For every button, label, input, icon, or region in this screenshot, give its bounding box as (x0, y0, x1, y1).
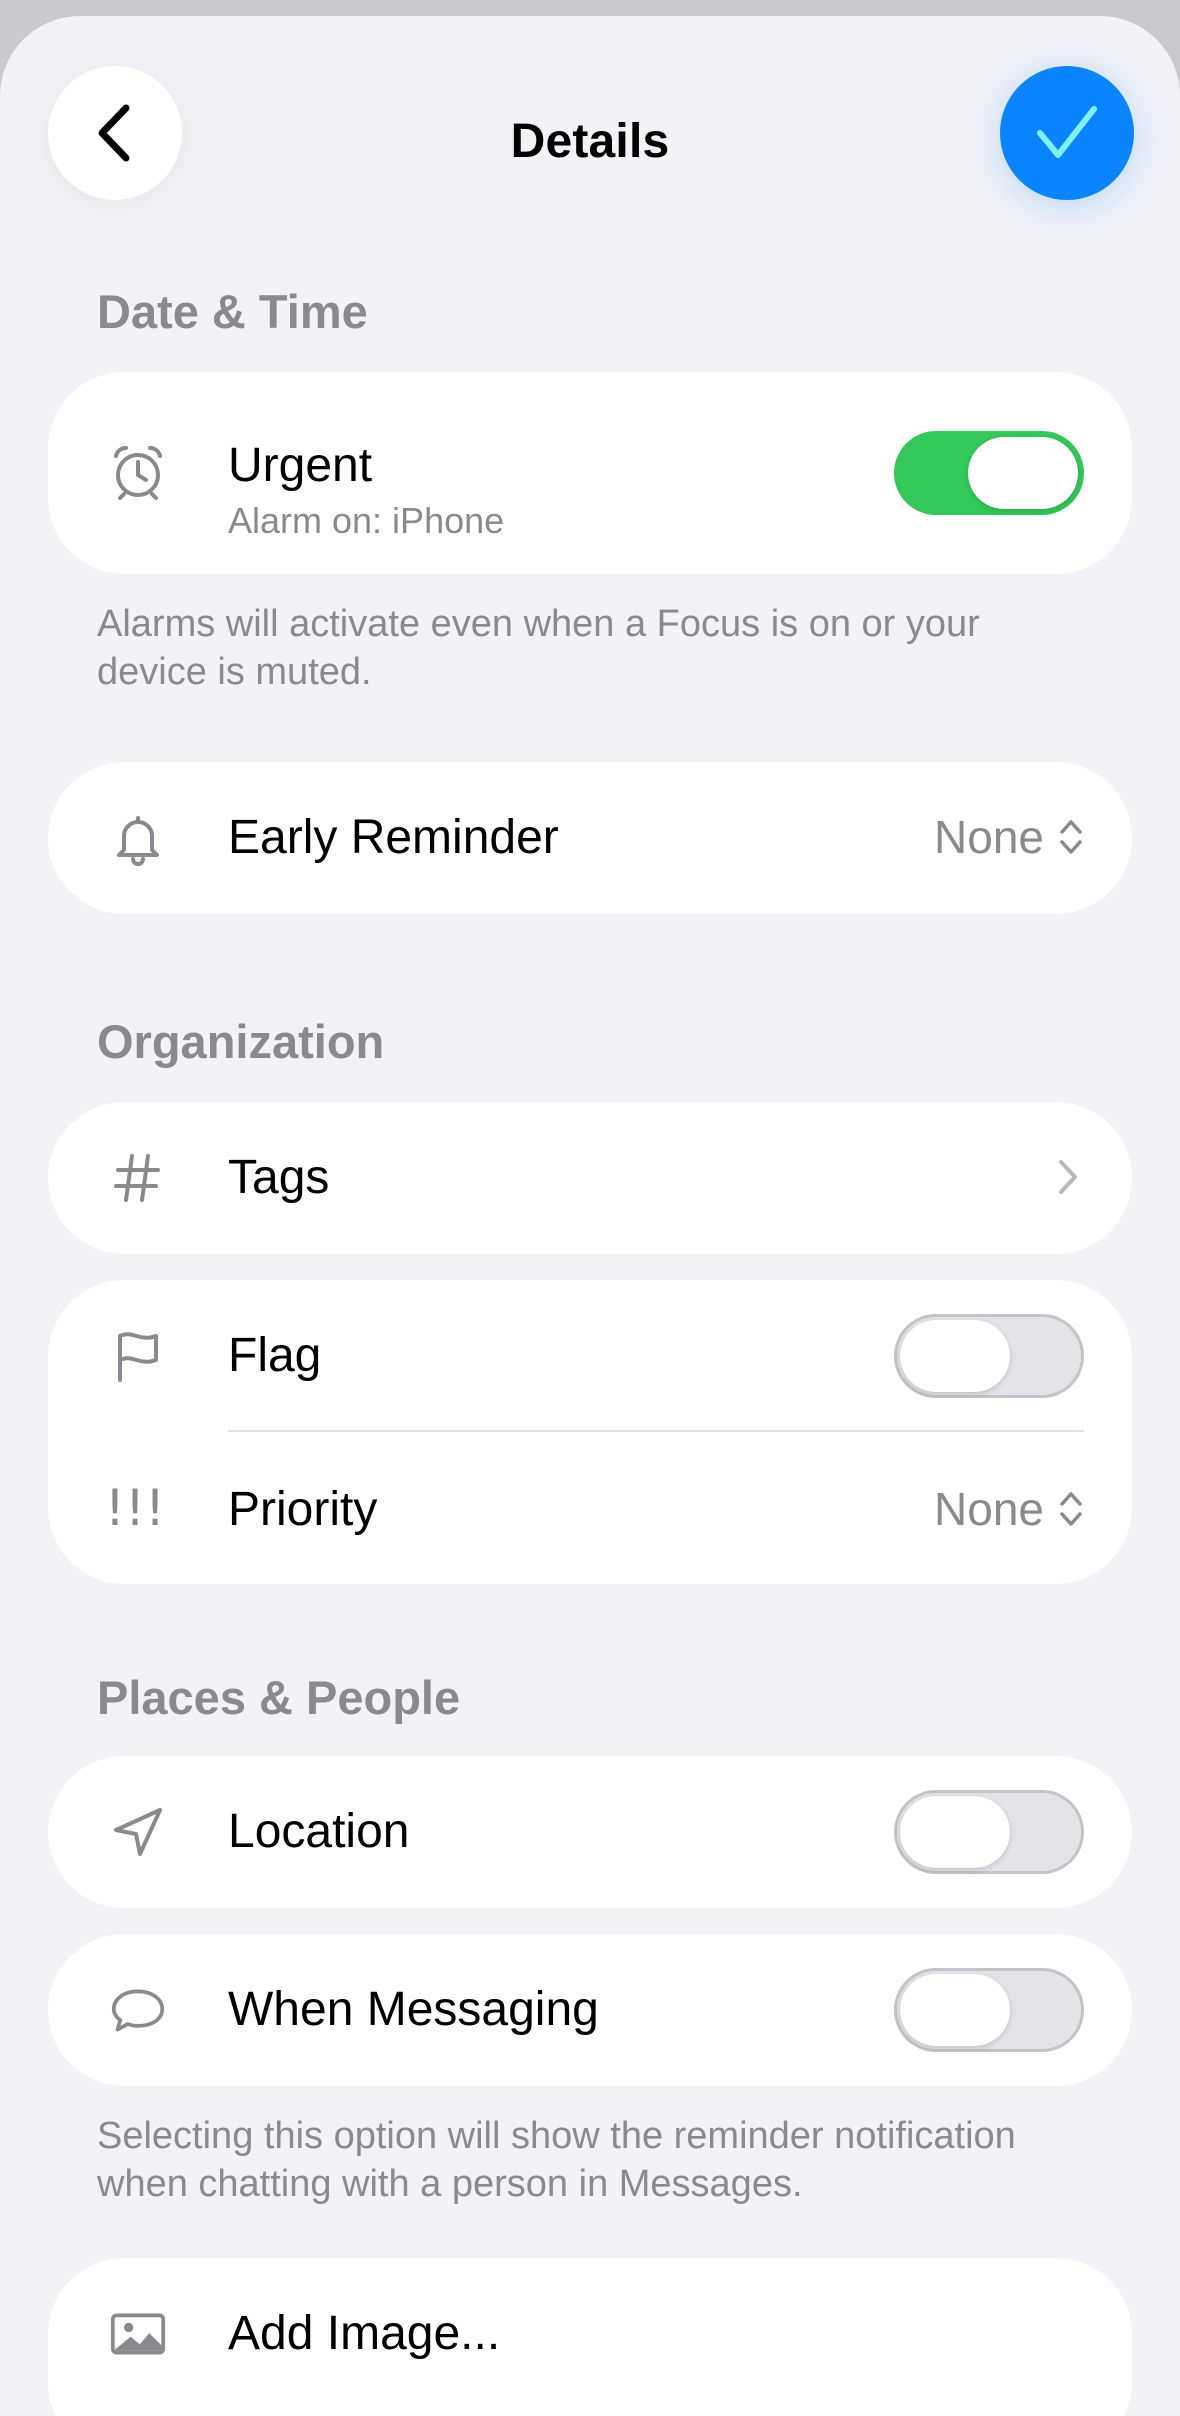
chevron-right-icon (1059, 1160, 1077, 1194)
flag-toggle[interactable] (894, 1314, 1084, 1398)
toggle-knob (900, 1796, 1010, 1868)
section-header-places-people: Places & People (97, 1671, 461, 1724)
tags-row[interactable]: Tags (48, 1102, 1132, 1254)
add-image-label: Add Image... (228, 2307, 501, 2360)
section-header-organization: Organization (97, 1015, 385, 1068)
bell-icon (110, 810, 166, 866)
priority-value[interactable]: None (934, 1482, 1084, 1536)
location-toggle[interactable] (894, 1790, 1084, 1874)
hashtag-icon (110, 1150, 166, 1206)
flag-priority-card: Flag !!! Priority None (48, 1280, 1132, 1584)
details-sheet: Details Date & Time Urgent Alarm on: iPh… (0, 16, 1180, 2416)
priority-label: Priority (228, 1483, 378, 1536)
location-row: Location (48, 1756, 1132, 1908)
priority-exclamation-icon: !!! (104, 1479, 166, 1537)
toggle-knob (900, 1974, 1010, 2046)
priority-value-text: None (934, 1483, 1044, 1535)
location-arrow-icon (110, 1804, 166, 1860)
alarm-clock-icon (110, 444, 166, 500)
messaging-footnote: Selecting this option will show the remi… (97, 2115, 1016, 2205)
location-label: Location (228, 1805, 410, 1858)
section-header-date-time: Date & Time (97, 285, 368, 338)
messaging-row: When Messaging (48, 1934, 1132, 2086)
toggle-knob (900, 1320, 1010, 1392)
chevron-up-down-icon (1060, 1492, 1082, 1526)
urgent-label: Urgent (228, 439, 373, 492)
done-button[interactable] (1000, 66, 1134, 200)
flag-icon (110, 1328, 166, 1384)
flag-label: Flag (228, 1329, 322, 1382)
toggle-knob (968, 437, 1078, 509)
row-divider (228, 1430, 1084, 1432)
urgent-sublabel: Alarm on: iPhone (228, 500, 505, 541)
urgent-card: Urgent Alarm on: iPhone (48, 372, 1132, 574)
checkmark-icon (1037, 106, 1097, 158)
messaging-toggle[interactable] (894, 1968, 1084, 2052)
urgent-footnote: Alarms will activate even when a Focus i… (97, 603, 980, 693)
message-bubble-icon (110, 1982, 166, 2038)
tags-label: Tags (228, 1151, 330, 1204)
urgent-toggle[interactable] (894, 431, 1084, 515)
messaging-label: When Messaging (228, 1983, 599, 2036)
photo-icon (110, 2306, 166, 2362)
early-reminder-value-text: None (934, 811, 1044, 863)
chevron-up-down-icon (1060, 820, 1082, 854)
early-reminder-label: Early Reminder (228, 811, 559, 864)
add-image-row[interactable]: Add Image... (48, 2258, 1132, 2416)
early-reminder-value[interactable]: None (934, 810, 1084, 864)
early-reminder-row[interactable]: Early Reminder None (48, 762, 1132, 914)
